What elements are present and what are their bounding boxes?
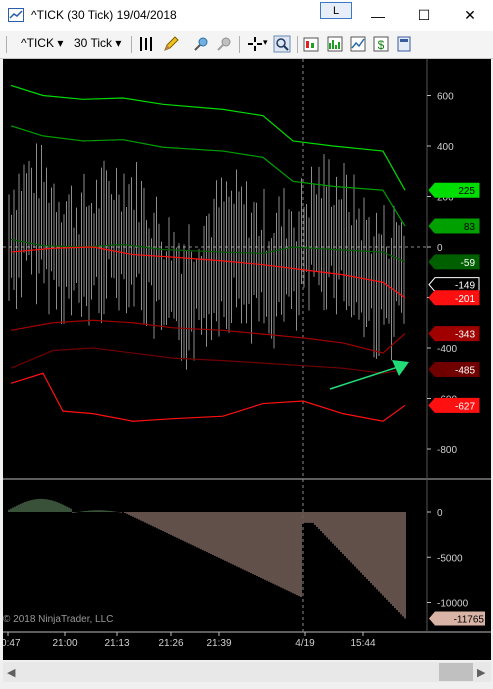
zoom-icon[interactable]: [273, 35, 291, 53]
y-tick-label: 0: [437, 243, 443, 254]
band-line: [10, 246, 406, 299]
scroll-left-icon[interactable]: ◀: [7, 667, 16, 679]
band-lines: [10, 84, 406, 422]
chevron-down-icon: ▾: [115, 36, 122, 50]
band-line: [10, 84, 406, 191]
y-tick-label: 0: [437, 508, 443, 519]
y-tick-label: -10000: [437, 599, 469, 610]
chart-toolbar: ^TICK ▾ 30 Tick ▾ ▾ $: [0, 31, 493, 59]
dollar-icon[interactable]: $: [372, 35, 390, 53]
chevron-down-icon: ▾: [57, 36, 64, 50]
minimize-button[interactable]: —: [355, 0, 401, 31]
title-bar: ^TICK (30 Tick) 19/04/2018 L — ☐ ✕: [0, 0, 493, 31]
x-tick-label: 21:26: [158, 638, 183, 649]
y-tick-label: -5000: [437, 553, 463, 564]
band-line: [10, 347, 406, 374]
instrument-label: ^TICK: [21, 36, 54, 50]
x-tick-label: 21:39: [206, 638, 231, 649]
price-bars: [8, 143, 405, 370]
band-line: [10, 238, 406, 263]
bar-style-icon[interactable]: [137, 35, 155, 53]
y-tick-label: 400: [437, 142, 454, 153]
cumulative-histogram: [8, 498, 406, 619]
unpin-icon[interactable]: [215, 35, 233, 53]
value-label-text: -627: [455, 401, 475, 412]
svg-text:$: $: [378, 38, 385, 52]
strategies-icon[interactable]: [349, 35, 367, 53]
y-tick-label: 600: [437, 92, 454, 103]
window-title: ^TICK (30 Tick) 19/04/2018: [31, 8, 177, 22]
chevron-down-icon[interactable]: ▾: [263, 37, 268, 48]
crosshair-icon[interactable]: [246, 35, 264, 53]
indicators-icon[interactable]: [326, 35, 344, 53]
band-line: [10, 319, 406, 354]
price-axis: 6004002000-200-400-600-8000-5000-10000: [427, 92, 469, 610]
link-button[interactable]: L: [320, 2, 352, 19]
x-tick-label: 20:47: [3, 638, 21, 649]
x-tick-label: 21:13: [104, 638, 129, 649]
horizontal-scrollbar[interactable]: ◀ ▶: [3, 660, 491, 684]
value-label-text: -11765: [454, 614, 485, 625]
chart-svg[interactable]: 6004002000-200-400-600-8000-5000-10000 2…: [0, 59, 491, 660]
toolbar-grip: [6, 36, 7, 53]
copyright-text: © 2018 NinjaTrader, LLC: [3, 614, 113, 625]
scrollbar-thumb[interactable]: [439, 663, 473, 681]
value-label-text: 83: [464, 222, 476, 233]
scrollbar-graphic: ◀ ▶: [3, 662, 491, 682]
value-label-text: -59: [461, 258, 476, 269]
x-tick-label: 15:44: [350, 638, 375, 649]
band-line: [10, 125, 406, 227]
chart-area[interactable]: 6004002000-200-400-600-8000-5000-10000 2…: [0, 59, 491, 660]
toolbar-separator: [297, 36, 298, 53]
instrument-selector[interactable]: ^TICK ▾: [21, 36, 63, 50]
y-tick-label: -400: [437, 344, 457, 355]
value-label-text: -201: [455, 294, 475, 305]
scroll-right-icon[interactable]: ▶: [477, 667, 486, 679]
chart-app-icon: [8, 8, 24, 22]
maximize-button[interactable]: ☐: [401, 0, 447, 31]
value-label-text: -343: [455, 330, 475, 341]
interval-selector[interactable]: 30 Tick ▾: [74, 36, 121, 50]
x-tick-label: 4/19: [295, 638, 315, 649]
toolbar-separator: [131, 36, 132, 53]
band-line: [10, 372, 406, 422]
value-label-text: 225: [458, 186, 475, 197]
y-tick-label: -800: [437, 445, 457, 456]
data-box-icon[interactable]: [302, 35, 320, 53]
toolbar-separator: [239, 36, 240, 53]
close-button[interactable]: ✕: [447, 0, 493, 31]
x-tick-label: 21:00: [52, 638, 77, 649]
interval-label: 30 Tick: [74, 36, 113, 50]
properties-icon[interactable]: [395, 35, 413, 53]
value-label-text: -149: [455, 281, 475, 292]
drawing-tool-icon[interactable]: [162, 35, 180, 53]
value-label-text: -485: [455, 365, 475, 376]
pin-icon[interactable]: [192, 35, 210, 53]
time-axis: 20:47 21:00 21:13 21:26 21:39 4/19 15:44: [0, 632, 376, 649]
